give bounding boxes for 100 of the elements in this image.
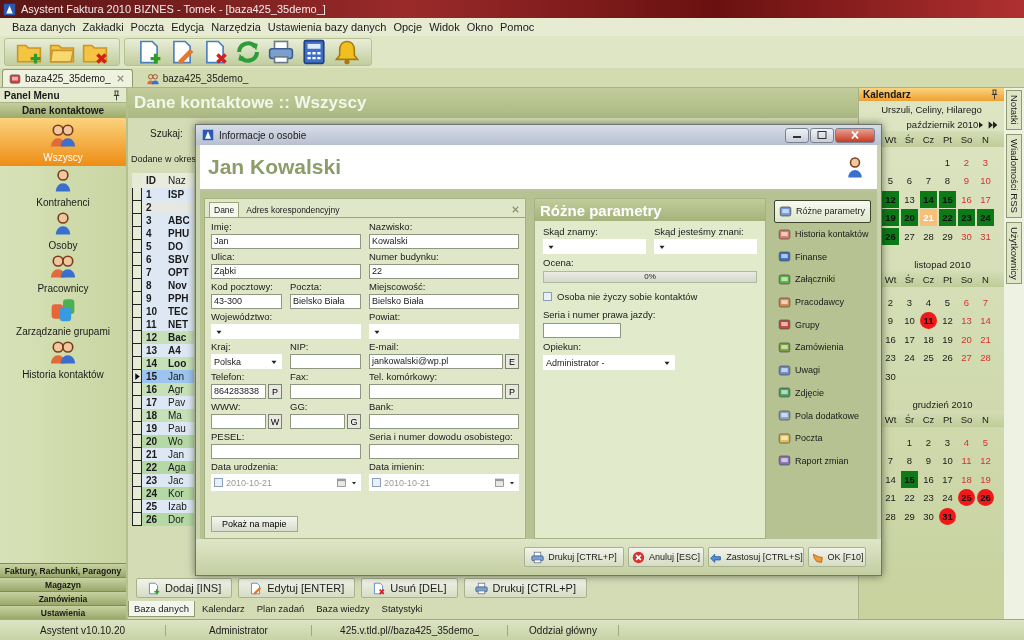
row-indicator[interactable]	[132, 357, 142, 370]
row-indicator[interactable]	[132, 474, 142, 487]
toolbar-button[interactable]: Usuń [DEL]	[361, 578, 458, 598]
toolbar-button[interactable]: Edytuj [ENTER]	[238, 578, 356, 598]
nav-item[interactable]: Pracodawcy	[774, 290, 877, 314]
field-button[interactable]: E	[505, 354, 519, 369]
table-row[interactable]: 6 SBV	[132, 253, 194, 266]
calendar-day[interactable]: 3	[939, 433, 956, 451]
input-field[interactable]	[369, 384, 503, 399]
calendar-day[interactable]: 16	[958, 190, 975, 208]
table-row[interactable]: 17 Pav	[132, 396, 194, 409]
calendar-day[interactable]: 8	[901, 452, 918, 470]
calendar-day[interactable]: 4	[920, 293, 937, 311]
calendar-day[interactable]: 28	[882, 507, 899, 525]
nav-item[interactable]: Pola dodatkowe	[774, 404, 877, 427]
table-row[interactable]: 7 OPT	[132, 266, 194, 279]
table-row[interactable]: 18 Ma	[132, 409, 194, 422]
calendar-day[interactable]: 23	[920, 489, 937, 507]
menu-item[interactable]: Historia kontaktów	[0, 338, 126, 381]
table-row[interactable]: 16 Agr	[132, 383, 194, 396]
input-field[interactable]: 864283838	[211, 384, 266, 399]
section-header[interactable]: Zamówienia	[0, 591, 126, 605]
calendar-day[interactable]: 26	[939, 349, 956, 367]
table-row[interactable]: 26 Dor	[132, 513, 194, 526]
tab[interactable]: Dane	[209, 202, 240, 217]
section-header[interactable]: Ustawienia	[0, 605, 126, 619]
input-field[interactable]: 43-300	[211, 294, 282, 309]
calendar-day[interactable]: 9	[920, 452, 937, 470]
input-field[interactable]	[543, 323, 621, 338]
calendar-day[interactable]: 6	[901, 172, 918, 190]
calendar-day[interactable]: 12	[939, 312, 956, 330]
menu-item[interactable]: Kontrahenci	[0, 166, 126, 209]
row-indicator[interactable]	[132, 487, 142, 500]
menu-item[interactable]: Narzędzia	[211, 21, 261, 33]
calendar-day[interactable]: 7	[882, 452, 899, 470]
calendar-day[interactable]: 3	[977, 153, 994, 171]
input-field[interactable]: 22	[369, 264, 519, 279]
menu-item[interactable]: Poczta	[130, 21, 165, 33]
row-indicator[interactable]	[132, 435, 142, 448]
calendar-day[interactable]: 5	[882, 172, 899, 190]
field-button[interactable]: G	[347, 414, 361, 429]
calendar-day[interactable]: 25	[920, 349, 937, 367]
calendar-day[interactable]: 2	[882, 293, 899, 311]
input-field[interactable]: Bielsko Biała	[369, 294, 519, 309]
calendar-day[interactable]: 5	[939, 293, 956, 311]
table-row[interactable]: 12 Bac	[132, 331, 194, 344]
section-header[interactable]: Magazyn	[0, 577, 126, 591]
table-row[interactable]: 20 Wo	[132, 435, 194, 448]
close-button[interactable]	[835, 127, 875, 143]
checkbox[interactable]	[372, 478, 381, 487]
table-row[interactable]: 21 Jan	[132, 448, 194, 461]
calendar-day[interactable]: 16	[882, 330, 899, 348]
toolbar-button[interactable]	[300, 38, 328, 66]
calendar-day[interactable]: 2	[920, 433, 937, 451]
calendar-day[interactable]: 10	[939, 452, 956, 470]
nav-item[interactable]: Grupy	[774, 313, 877, 337]
menu-item[interactable]: Pracownicy	[0, 252, 126, 295]
toolbar-button[interactable]: Dodaj [INS]	[136, 578, 233, 598]
document-tab[interactable]: baza425_35demo_	[140, 70, 255, 87]
nav-item[interactable]: Uwagi	[774, 358, 877, 382]
nav-item[interactable]: Raport zmian	[774, 449, 877, 473]
menu-item[interactable]: Okno	[466, 21, 493, 33]
tab[interactable]: Plan zadań	[251, 601, 310, 616]
column-header[interactable]: Naz	[166, 174, 194, 187]
row-indicator[interactable]	[132, 461, 142, 474]
input-field[interactable]: Bielsko Biała	[290, 294, 361, 309]
row-indicator[interactable]	[132, 383, 142, 396]
dialog-button[interactable]: Zastosuj [CTRL+S]	[708, 547, 804, 567]
row-indicator[interactable]	[132, 305, 142, 318]
input-field[interactable]: jankowalski@wp.pl	[369, 354, 503, 369]
row-indicator[interactable]	[132, 279, 142, 292]
row-indicator[interactable]	[132, 253, 142, 266]
field-button[interactable]: P	[268, 384, 282, 399]
calendar-day[interactable]: 30	[958, 227, 975, 245]
calendar-day[interactable]: 10	[901, 312, 918, 330]
calendar-day[interactable]: 1	[939, 153, 956, 171]
row-indicator[interactable]	[132, 344, 142, 357]
calendar-day[interactable]: 31	[977, 227, 994, 245]
calendar-day[interactable]: 26	[977, 489, 994, 507]
calendar-day[interactable]: 24	[901, 349, 918, 367]
row-indicator[interactable]	[132, 370, 142, 383]
dropdown[interactable]: Polska	[211, 354, 282, 369]
calendar-day[interactable]: 21	[882, 489, 899, 507]
input-field[interactable]: Jan	[211, 234, 361, 249]
table-row[interactable]: 4 PHU	[132, 227, 194, 240]
side-tab[interactable]: Użytkownicy	[1006, 221, 1022, 285]
menu-item[interactable]: Opcje	[393, 21, 423, 33]
toolbar-button[interactable]	[267, 38, 295, 66]
row-indicator[interactable]	[132, 188, 142, 201]
table-row[interactable]: 11 NET	[132, 318, 194, 331]
maximize-button[interactable]	[810, 127, 834, 143]
row-indicator[interactable]	[132, 201, 142, 214]
row-indicator[interactable]	[132, 500, 142, 513]
menu-item[interactable]: Baza danych	[12, 21, 76, 33]
row-indicator[interactable]	[132, 409, 142, 422]
calendar-day[interactable]: 23	[882, 349, 899, 367]
calendar-day[interactable]: 1	[901, 433, 918, 451]
menu-item[interactable]: Osoby	[0, 209, 126, 252]
menu-item[interactable]: Edycja	[171, 21, 205, 33]
calendar-day[interactable]: 17	[939, 470, 956, 488]
